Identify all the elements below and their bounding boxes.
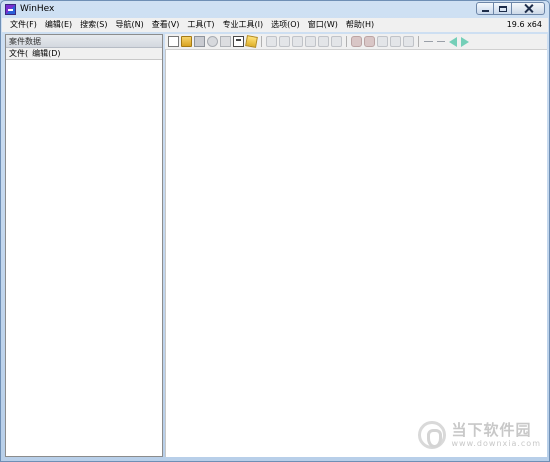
minimize-icon — [481, 10, 489, 12]
toolbar-separator — [418, 36, 419, 47]
minimize-button[interactable] — [476, 2, 494, 15]
back-icon[interactable] — [449, 36, 457, 47]
find-next-icon[interactable] — [403, 36, 414, 47]
title-bar[interactable]: WinHex — [1, 1, 549, 18]
find-hex-icon[interactable] — [364, 36, 375, 47]
goto-offset-icon[interactable] — [423, 36, 434, 47]
menu-file[interactable]: 文件(F) — [6, 18, 41, 32]
undo-icon[interactable] — [266, 36, 277, 47]
new-file-icon[interactable] — [168, 36, 179, 47]
window-title: WinHex — [20, 4, 55, 14]
find-icon[interactable] — [351, 36, 362, 47]
watermark-logo-icon — [418, 421, 447, 449]
copy-icon[interactable] — [305, 36, 316, 47]
watermark-title: 当下软件园 — [451, 420, 532, 439]
save-icon[interactable] — [194, 36, 205, 47]
case-data-panel: 案件数据 文件( 编辑(D) — [5, 34, 163, 457]
replace-hex-icon[interactable] — [390, 36, 401, 47]
paste-icon[interactable] — [318, 36, 329, 47]
menu-navigate[interactable]: 导航(N) — [111, 18, 147, 32]
version-label: 19.6 x64 — [506, 20, 542, 29]
wizard-icon[interactable] — [245, 35, 258, 48]
goto-sector-icon[interactable] — [436, 36, 447, 47]
forward-icon[interactable] — [461, 36, 469, 47]
case-data-header: 案件数据 — [6, 35, 162, 48]
case-data-menu: 文件( 编辑(D) — [6, 48, 162, 60]
cut-icon[interactable] — [292, 36, 303, 47]
print-icon[interactable] — [207, 36, 218, 47]
maximize-button[interactable] — [494, 2, 512, 15]
workspace-area[interactable]: 当下软件园 www.downxia.com — [165, 49, 547, 457]
winhex-app-icon — [5, 4, 16, 15]
window-controls — [476, 2, 545, 15]
close-icon — [524, 4, 533, 13]
maximize-icon — [498, 5, 507, 12]
toolbar-separator — [261, 36, 262, 47]
watermark: 当下软件园 www.downxia.com — [418, 421, 541, 449]
menu-help[interactable]: 帮助(H) — [342, 18, 378, 32]
menu-window[interactable]: 窗口(W) — [304, 18, 342, 32]
refresh-icon[interactable] — [220, 36, 231, 47]
open-file-icon[interactable] — [181, 36, 192, 47]
case-menu-file[interactable]: 文件( — [9, 48, 28, 59]
menu-specialist-tools[interactable]: 专业工具(I) — [219, 18, 268, 32]
properties-icon[interactable] — [233, 36, 244, 47]
replace-icon[interactable] — [377, 36, 388, 47]
case-menu-edit[interactable]: 编辑(D) — [32, 48, 60, 59]
toolbar-separator — [346, 36, 347, 47]
menu-edit[interactable]: 编辑(E) — [41, 18, 76, 32]
close-button[interactable] — [512, 2, 545, 15]
case-data-tree[interactable] — [6, 61, 162, 456]
redo-icon[interactable] — [279, 36, 290, 47]
menu-search[interactable]: 搜索(S) — [76, 18, 111, 32]
main-toolbar — [165, 34, 547, 49]
app-window: WinHex 文件(F) 编辑(E) 搜索(S) 导航(N) 查看(V) 工具(… — [0, 0, 550, 462]
menu-view[interactable]: 查看(V) — [148, 18, 184, 32]
menu-options[interactable]: 选项(O) — [267, 18, 304, 32]
write-icon[interactable] — [331, 36, 342, 47]
menu-tools[interactable]: 工具(T) — [183, 18, 218, 32]
menu-bar: 文件(F) 编辑(E) 搜索(S) 导航(N) 查看(V) 工具(T) 专业工具… — [2, 18, 548, 32]
watermark-url: www.downxia.com — [451, 438, 541, 448]
